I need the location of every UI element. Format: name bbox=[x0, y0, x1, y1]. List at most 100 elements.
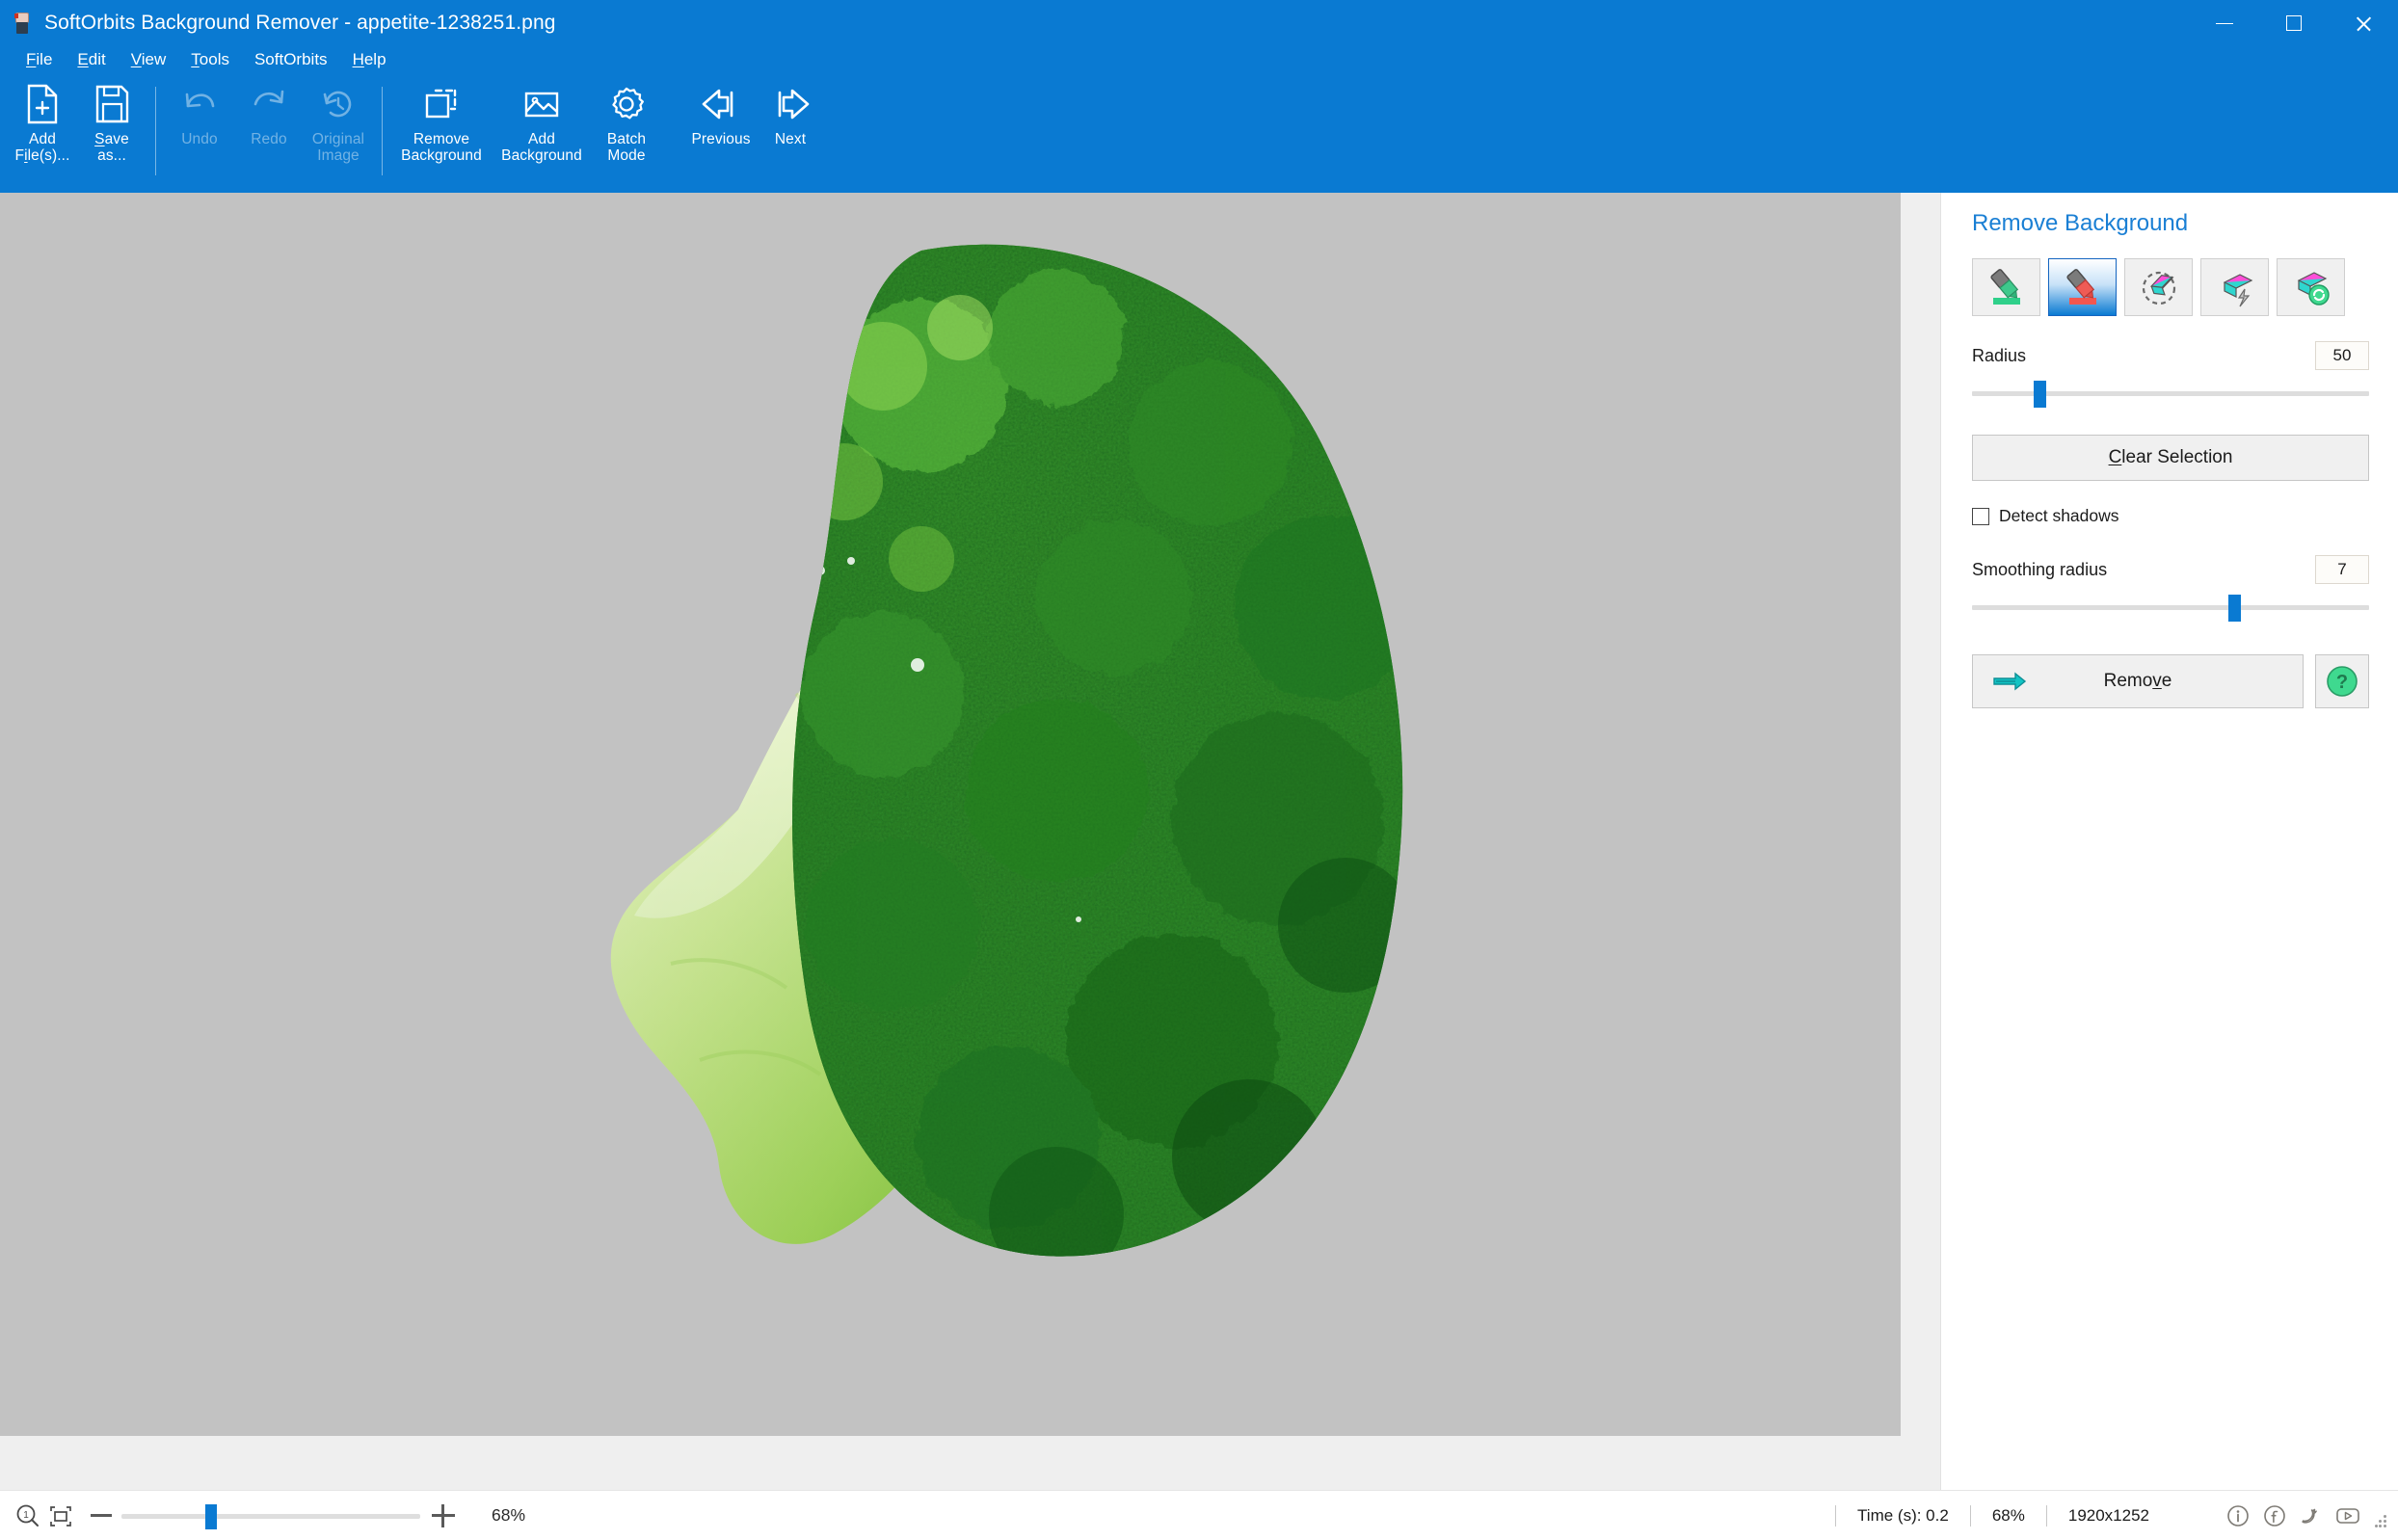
radius-value-input[interactable]: 50 bbox=[2315, 341, 2369, 370]
green-marker-icon bbox=[1985, 266, 2029, 308]
toolbar-separator-2 bbox=[382, 87, 383, 175]
twitter-button[interactable] bbox=[2294, 1499, 2329, 1533]
toolbar-remove-background-button[interactable]: RemoveBackground bbox=[391, 73, 492, 173]
zoom-out-button[interactable] bbox=[91, 1514, 112, 1517]
close-icon bbox=[2355, 14, 2373, 33]
toolbar-save-as-button[interactable]: Saveas... bbox=[77, 73, 147, 173]
zoom-slider[interactable] bbox=[121, 1500, 420, 1532]
minimize-button[interactable] bbox=[2190, 0, 2259, 46]
tool-mark-keep-button[interactable] bbox=[1972, 258, 2040, 316]
svg-text:1: 1 bbox=[23, 1510, 29, 1521]
zoom-one-to-one-button[interactable]: 1 bbox=[12, 1500, 44, 1532]
toolbar-original-image-button[interactable]: OriginalImage bbox=[304, 73, 373, 173]
title-bar: SoftOrbits Background Remover - appetite… bbox=[0, 0, 2398, 46]
toolbar-previous-button[interactable]: Previous bbox=[686, 73, 756, 173]
menu-item-help[interactable]: Help bbox=[340, 48, 399, 71]
eraser-icon bbox=[2137, 266, 2181, 308]
close-button[interactable] bbox=[2329, 0, 2398, 46]
redo-arrow-icon bbox=[248, 83, 290, 125]
info-button[interactable] bbox=[2221, 1499, 2255, 1533]
arrow-right-bar-icon bbox=[767, 83, 813, 125]
menu-item-softorbits[interactable]: SoftOrbits bbox=[242, 48, 340, 71]
main-toolbar: AddFile(s)... Saveas... Undo bbox=[0, 73, 2398, 193]
broccoli-head bbox=[767, 212, 1442, 1301]
zoom-in-button[interactable] bbox=[432, 1504, 455, 1527]
twitter-bird-icon bbox=[2299, 1503, 2324, 1528]
auto-refresh-icon bbox=[2289, 266, 2333, 308]
tool-auto-refresh-button[interactable] bbox=[2277, 258, 2345, 316]
application-window: SoftOrbits Background Remover - appetite… bbox=[0, 0, 2398, 1540]
menu-bar: File Edit View Tools SoftOrbits Help bbox=[0, 46, 2398, 73]
floppy-save-icon bbox=[93, 83, 131, 125]
detect-shadows-row[interactable]: Detect shadows bbox=[1972, 506, 2369, 526]
fit-to-screen-icon bbox=[48, 1503, 73, 1528]
cut-out-square-icon bbox=[420, 83, 463, 125]
radius-slider-track bbox=[1972, 391, 2369, 396]
remove-button[interactable]: Remove bbox=[1972, 654, 2304, 708]
history-clock-icon bbox=[317, 83, 360, 125]
clear-selection-button[interactable]: Clear Selection bbox=[1972, 435, 2369, 481]
smoothing-radius-value-input[interactable]: 7 bbox=[2315, 555, 2369, 584]
help-button[interactable]: ? bbox=[2315, 654, 2369, 708]
gear-icon bbox=[605, 83, 648, 125]
app-logo-icon bbox=[12, 13, 33, 34]
tool-button-row bbox=[1972, 258, 2369, 316]
toolbar-undo-button[interactable]: Undo bbox=[165, 73, 234, 173]
tool-magic-wand-button[interactable] bbox=[2200, 258, 2269, 316]
radius-slider-thumb[interactable] bbox=[2034, 381, 2046, 408]
toolbar-undo-label: Undo bbox=[181, 131, 217, 147]
toolbar-add-background-button[interactable]: AddBackground bbox=[492, 73, 592, 173]
radius-label: Radius bbox=[1972, 346, 2026, 366]
smoothing-radius-slider[interactable] bbox=[1972, 593, 2369, 624]
tool-mark-remove-button[interactable] bbox=[2048, 258, 2117, 316]
facebook-icon bbox=[2262, 1503, 2287, 1528]
menu-item-tools[interactable]: Tools bbox=[178, 48, 242, 71]
time-status: Time (s): 0.2 bbox=[1835, 1505, 1970, 1527]
smoothing-radius-slider-thumb[interactable] bbox=[2228, 595, 2241, 622]
menu-item-edit[interactable]: Edit bbox=[65, 48, 118, 71]
red-marker-icon bbox=[2061, 266, 2105, 308]
toolbar-original-image-label: OriginalImage bbox=[312, 131, 364, 164]
toolbar-redo-button[interactable]: Redo bbox=[234, 73, 304, 173]
window-controls bbox=[2190, 0, 2398, 46]
menu-item-file[interactable]: File bbox=[13, 48, 65, 71]
toolbar-redo-label: Redo bbox=[251, 131, 286, 147]
youtube-play-icon bbox=[2334, 1503, 2361, 1528]
facebook-button[interactable] bbox=[2257, 1499, 2292, 1533]
maximize-icon bbox=[2286, 15, 2302, 31]
social-links bbox=[2221, 1499, 2388, 1533]
maximize-button[interactable] bbox=[2259, 0, 2329, 46]
toolbar-add-files-button[interactable]: AddFile(s)... bbox=[8, 73, 77, 173]
right-tool-panel: Remove Background bbox=[1940, 193, 2398, 1490]
radius-slider[interactable] bbox=[1972, 379, 2369, 410]
image-canvas[interactable] bbox=[0, 193, 1901, 1436]
toolbar-previous-label: Previous bbox=[691, 131, 750, 147]
toolbar-next-button[interactable]: Next bbox=[756, 73, 825, 173]
youtube-button[interactable] bbox=[2331, 1499, 2365, 1533]
magic-swap-icon bbox=[2213, 266, 2257, 308]
status-right-group: Time (s): 0.2 68% 1920x1252 bbox=[1835, 1491, 2398, 1540]
menu-item-view[interactable]: View bbox=[119, 48, 179, 71]
arrow-left-bar-icon bbox=[698, 83, 744, 125]
fit-to-screen-button[interactable] bbox=[44, 1500, 77, 1532]
zoom-slider-track bbox=[121, 1514, 420, 1519]
smoothing-radius-field-row: Smoothing radius 7 bbox=[1972, 555, 2369, 584]
smoothing-radius-slider-track bbox=[1972, 605, 2369, 610]
panel-title: Remove Background bbox=[1972, 210, 2369, 237]
zoom-slider-thumb[interactable] bbox=[205, 1504, 217, 1529]
detect-shadows-label: Detect shadows bbox=[1999, 506, 2119, 526]
action-row: Remove ? bbox=[1972, 654, 2369, 708]
detect-shadows-checkbox[interactable] bbox=[1972, 508, 1989, 525]
minimize-icon bbox=[2216, 23, 2233, 24]
picture-icon bbox=[520, 83, 563, 125]
tool-eraser-button[interactable] bbox=[2124, 258, 2193, 316]
resize-grip[interactable] bbox=[2375, 1515, 2388, 1528]
toolbar-next-label: Next bbox=[775, 131, 806, 147]
magnifier-one-to-one-icon: 1 bbox=[15, 1503, 40, 1528]
radius-field-row: Radius 50 bbox=[1972, 341, 2369, 370]
toolbar-batch-mode-button[interactable]: BatchMode bbox=[592, 73, 661, 173]
canvas-area bbox=[0, 193, 1940, 1490]
toolbar-remove-background-label: RemoveBackground bbox=[401, 131, 482, 164]
clear-selection-label: Clear Selection bbox=[2109, 447, 2233, 468]
toolbar-save-as-label: Saveas... bbox=[94, 131, 129, 164]
